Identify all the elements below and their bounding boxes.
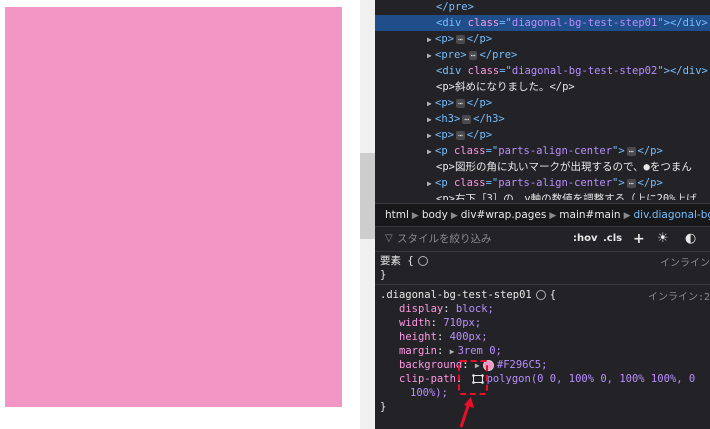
css-declaration[interactable]: display: block; (399, 302, 494, 316)
dom-node[interactable]: ▶ <p class="parts-align-center"> ⋯ </p> (375, 175, 663, 191)
diagonal-bg-test-step01-box (5, 7, 342, 407)
element-rule-selector: 要素 { (380, 254, 432, 268)
dom-node[interactable]: <p>図形の角に丸いマークが出現するので、●をつまん (375, 159, 692, 175)
expand-triangle-icon: ▶ (427, 35, 432, 44)
dom-node[interactable]: <div class="diagonal-bg-test-step02"></d… (375, 63, 708, 79)
page-scroll-thumb[interactable] (360, 153, 375, 239)
expand-triangle-icon: ▶ (449, 347, 455, 356)
dom-node[interactable]: ▶ <pre> ⋯ </pre> (375, 47, 517, 63)
expand-triangle-icon: ▶ (427, 51, 432, 60)
class-toggle-button[interactable]: .cls (603, 227, 622, 251)
dom-node[interactable]: ▶ <p> ⋯ </p> (375, 95, 492, 111)
devtools-panel: </pre> <div class="diagonal-bg-test-step0… (375, 0, 710, 429)
rule-selector[interactable]: .diagonal-bg-test-step01{ (380, 288, 556, 302)
dom-node[interactable]: ▶ <p> ⋯ </p> (375, 31, 492, 47)
expand-triangle-icon: ▶ (427, 131, 432, 140)
filter-icon: ▽ (385, 233, 393, 244)
css-declaration[interactable]: width: 710px; (399, 316, 481, 330)
dom-node[interactable]: ▶ <p> ⋯ </p> (375, 127, 492, 143)
dom-node[interactable]: ▶ <p class="parts-align-center"> ⋯ </p> (375, 143, 663, 159)
breadcrumb-item[interactable]: body (419, 204, 451, 226)
css-rules: 要素 { インライン } .diagonal-bg-test-step01{ イ… (375, 252, 710, 429)
dom-tree: </pre> <div class="diagonal-bg-test-step0… (375, 0, 710, 200)
css-declaration[interactable]: margin: ▶ 3rem 0; (399, 344, 502, 358)
dom-node[interactable]: <p>右下［3］の、y軸の数値を調整する（上に20%上げ (375, 191, 697, 200)
expand-triangle-icon: ▶ (427, 99, 432, 108)
expand-triangle-icon: ▶ (427, 147, 432, 156)
hover-state-button[interactable]: :hov (573, 227, 598, 251)
expand-triangle-icon: ▶ (427, 115, 432, 124)
arrow-icon (459, 397, 474, 428)
element-rule-close: } (380, 269, 387, 281)
dom-node[interactable]: <p>斜めになりました。</p> (375, 79, 575, 95)
style-filter-bar: ▽ :hov .cls + ☀ ◐ (375, 227, 710, 252)
breadcrumb-item[interactable]: div.diagonal-bg (631, 204, 710, 226)
rule-source[interactable]: インライン:2 (648, 288, 710, 303)
rule-close: } (380, 401, 387, 413)
selector-highlight-icon[interactable] (535, 290, 546, 300)
rule-divider (375, 284, 710, 285)
dom-node[interactable]: <div class="diagonal-bg-test-step01"></d… (375, 15, 710, 31)
element-rule-source[interactable]: インライン (660, 254, 710, 269)
css-declaration[interactable]: clip-path: polygon(0 0, 100% 0, 100% 100… (399, 372, 695, 386)
add-rule-button[interactable]: + (633, 227, 645, 251)
element-picker-icon[interactable] (417, 256, 428, 266)
breadcrumb-separator-icon: ▶ (549, 211, 557, 221)
breadcrumb: html ▶ body ▶ div#wrap.pages ▶ main#main ▶ div.d… (375, 203, 710, 227)
dom-node[interactable]: ▶ <h3> ⋯ </h3> (375, 111, 505, 127)
expand-triangle-icon: ▶ (427, 179, 432, 188)
breadcrumb-separator-icon: ▶ (450, 211, 458, 221)
clip-path-icon-highlight (458, 360, 488, 395)
css-declaration[interactable]: height: 400px; (399, 330, 488, 344)
css-declaration[interactable]: 100%); (410, 386, 448, 400)
style-filter-input[interactable] (397, 231, 537, 247)
breadcrumb-separator-icon: ▶ (411, 211, 419, 221)
light-theme-icon[interactable]: ☀ (657, 227, 669, 251)
page-viewport (0, 0, 360, 429)
dark-theme-icon[interactable]: ◐ (685, 227, 696, 251)
breadcrumb-separator-icon: ▶ (623, 211, 631, 221)
breadcrumb-item[interactable]: main#main (556, 204, 623, 226)
breadcrumb-item[interactable]: div#wrap.pages (458, 204, 550, 226)
breadcrumb-item[interactable]: html (375, 204, 412, 226)
dom-node[interactable]: </pre> (375, 0, 474, 15)
